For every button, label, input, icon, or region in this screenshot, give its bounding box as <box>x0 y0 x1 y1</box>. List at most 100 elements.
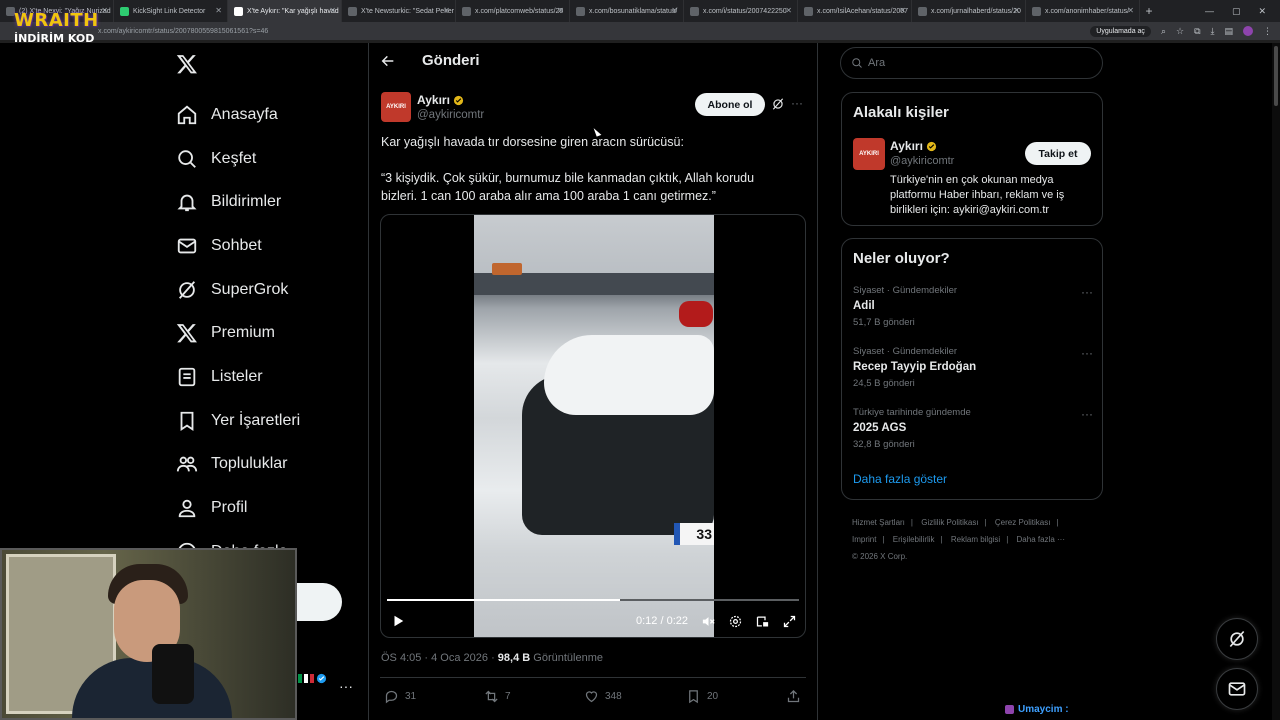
url-text[interactable]: x.com/aykiricomtr/status/200780055981506… <box>98 28 268 35</box>
verified-badge-icon <box>316 673 327 684</box>
sponsor-logo: WRAITH İNDİRİM KOD <box>14 10 99 45</box>
grok-float-button[interactable] <box>1216 618 1258 660</box>
reply-button[interactable]: 31 <box>384 689 416 704</box>
nav-item-chat[interactable]: Sohbet <box>176 224 300 268</box>
show-more-link[interactable]: Daha fazla göster <box>853 472 947 486</box>
profile-avatar[interactable] <box>1243 26 1253 36</box>
close-tab-icon[interactable]: ✕ <box>785 6 792 15</box>
browser-tab[interactable]: x.com/bosunatiklama/status/✕ <box>570 0 684 22</box>
nav-item-explore[interactable]: Keşfet <box>176 137 300 181</box>
footer-link[interactable]: Reklam bilgisi <box>951 535 1000 544</box>
repost-button[interactable]: 7 <box>484 689 511 704</box>
menu-icon[interactable]: ⋮ <box>1263 26 1272 37</box>
nav-item-profile[interactable]: Profil <box>176 486 300 530</box>
sidebar-icon[interactable]: ▤ <box>1224 26 1233 37</box>
mail-icon <box>177 238 197 254</box>
mute-icon[interactable] <box>701 614 716 629</box>
download-icon[interactable]: ⤓ <box>1211 26 1215 37</box>
browser-tab[interactable]: X'te Newsturkic: "Sedat Peker ✕ <box>342 0 456 22</box>
browser-tab[interactable]: x.com/anonimhaber/status/✕ <box>1026 0 1140 22</box>
scrollbar-thumb[interactable] <box>1274 46 1278 106</box>
close-tab-icon[interactable]: ✕ <box>215 6 222 15</box>
x-logo-icon[interactable] <box>176 53 198 75</box>
nav-item-bookmarks[interactable]: Yer İşaretleri <box>176 399 300 443</box>
nav-item-premium[interactable]: Premium <box>176 311 300 355</box>
close-tab-icon[interactable]: ✕ <box>101 6 108 15</box>
post-timestamp[interactable]: ÖS 4:05 · 4 Oca 2026 · <box>381 652 498 664</box>
zoom-icon[interactable]: ⌕ <box>1161 26 1166 37</box>
panel-title: Alakalı kişiler <box>853 104 949 121</box>
bookmark-button[interactable]: 20 <box>686 689 718 704</box>
views-label: Görüntülenme <box>530 652 603 664</box>
close-tab-icon[interactable]: ✕ <box>1013 6 1020 15</box>
browser-tab[interactable]: x.com/IsilAcehan/status/2007 ✕ <box>798 0 912 22</box>
author-avatar[interactable]: AYKIRI <box>381 92 411 122</box>
new-tab-icon[interactable]: + <box>1140 4 1158 18</box>
share-button[interactable] <box>786 689 801 704</box>
close-tab-icon[interactable]: ✕ <box>329 6 336 15</box>
trend-more-icon[interactable]: ··· <box>1081 407 1093 421</box>
video-player[interactable]: 33 0:12 / 0:22 <box>380 214 806 638</box>
scrollbar[interactable] <box>1272 43 1280 720</box>
nav-item-notifications[interactable]: Bildirimler <box>176 180 300 224</box>
search-box[interactable] <box>840 47 1103 79</box>
related-handle[interactable]: @aykiricomtr <box>890 155 954 167</box>
close-tab-icon[interactable]: ✕ <box>557 6 564 15</box>
fullscreen-icon[interactable] <box>782 614 797 629</box>
browser-tab[interactable]: x.com/jurnalhaberd/status/20 ✕ <box>912 0 1026 22</box>
heart-icon <box>585 691 598 703</box>
browser-tab[interactable]: KickSight Link Detector ✕ <box>114 0 228 22</box>
post-actions: 31 7 348 20 <box>384 689 804 707</box>
close-tab-icon[interactable]: ✕ <box>443 6 450 15</box>
related-name[interactable]: Aykırı <box>890 139 937 153</box>
video-progress-bar[interactable] <box>387 599 799 601</box>
footer-link[interactable]: Çerez Politikası <box>995 518 1051 527</box>
maximize-icon[interactable]: ▢ <box>1232 6 1241 17</box>
search-input[interactable] <box>868 57 1088 69</box>
minimize-icon[interactable]: — <box>1205 6 1214 17</box>
close-window-icon[interactable]: ✕ <box>1258 6 1266 17</box>
account-menu-icon[interactable]: ··· <box>339 678 353 694</box>
share-icon <box>787 689 800 703</box>
grok-explain-icon[interactable] <box>771 97 785 111</box>
nav-item-lists[interactable]: Listeler <box>176 355 300 399</box>
address-bar[interactable]: x.com/aykiricomtr/status/200780055981506… <box>0 22 1280 40</box>
nav-item-home[interactable]: Anasayfa <box>176 93 300 137</box>
trend-item[interactable]: Siyaset · Gündemdekiler Recep Tayyip Erd… <box>853 346 1093 389</box>
pip-icon[interactable] <box>755 614 770 629</box>
trend-item[interactable]: Siyaset · Gündemdekiler Adil 51,7 B gönd… <box>853 285 1093 328</box>
footer-link[interactable]: Erişilebilirlik <box>893 535 935 544</box>
settings-icon[interactable] <box>728 614 743 629</box>
video-time: 0:12 / 0:22 <box>636 615 688 627</box>
microphone-icon <box>152 644 194 704</box>
footer-link[interactable]: Daha fazla ··· <box>1017 535 1065 544</box>
messages-float-button[interactable] <box>1216 668 1258 710</box>
play-icon[interactable] <box>391 614 405 628</box>
subscribe-button[interactable]: Abone ol <box>695 93 765 116</box>
close-tab-icon[interactable]: ✕ <box>899 6 906 15</box>
trend-item[interactable]: Türkiye tarihinde gündemde 2025 AGS 32,8… <box>853 407 1093 450</box>
close-tab-icon[interactable]: ✕ <box>1127 6 1134 15</box>
nav-item-communities[interactable]: Topluluklar <box>176 443 300 487</box>
author-name[interactable]: Aykırı <box>417 93 464 107</box>
trend-more-icon[interactable]: ··· <box>1081 346 1093 360</box>
star-icon[interactable]: ☆ <box>1176 26 1184 37</box>
browser-tab[interactable]: x.com/platcomweb/status/20 ✕ <box>456 0 570 22</box>
close-tab-icon[interactable]: ✕ <box>671 6 678 15</box>
back-arrow-icon[interactable] <box>380 53 396 69</box>
nav-item-supergrok[interactable]: SuperGrok <box>176 268 300 312</box>
footer-link[interactable]: Hizmet Şartları <box>852 518 905 527</box>
trend-more-icon[interactable]: ··· <box>1081 285 1093 299</box>
browser-tab-active[interactable]: X'te Aykırı: "Kar yağışlı havad ✕ <box>228 0 342 22</box>
footer-link[interactable]: Gizlilik Politikası <box>921 518 978 527</box>
more-options-icon[interactable]: ··· <box>791 96 803 110</box>
browser-tab[interactable]: x.com/i/status/2007422250 ✕ <box>684 0 798 22</box>
related-avatar[interactable]: AYKIRI <box>853 138 885 170</box>
sidebar-footer: Hizmet Şartları | Gizlilik Politikası | Çe… <box>852 518 1065 561</box>
footer-link[interactable]: Imprint <box>852 535 876 544</box>
follow-button[interactable]: Takip et <box>1025 142 1091 165</box>
open-in-app-button[interactable]: Uygulamada aç <box>1090 25 1151 37</box>
author-handle[interactable]: @aykiricomtr <box>417 109 484 121</box>
like-button[interactable]: 348 <box>584 689 622 704</box>
extensions-icon[interactable]: ⧉ <box>1194 26 1200 37</box>
